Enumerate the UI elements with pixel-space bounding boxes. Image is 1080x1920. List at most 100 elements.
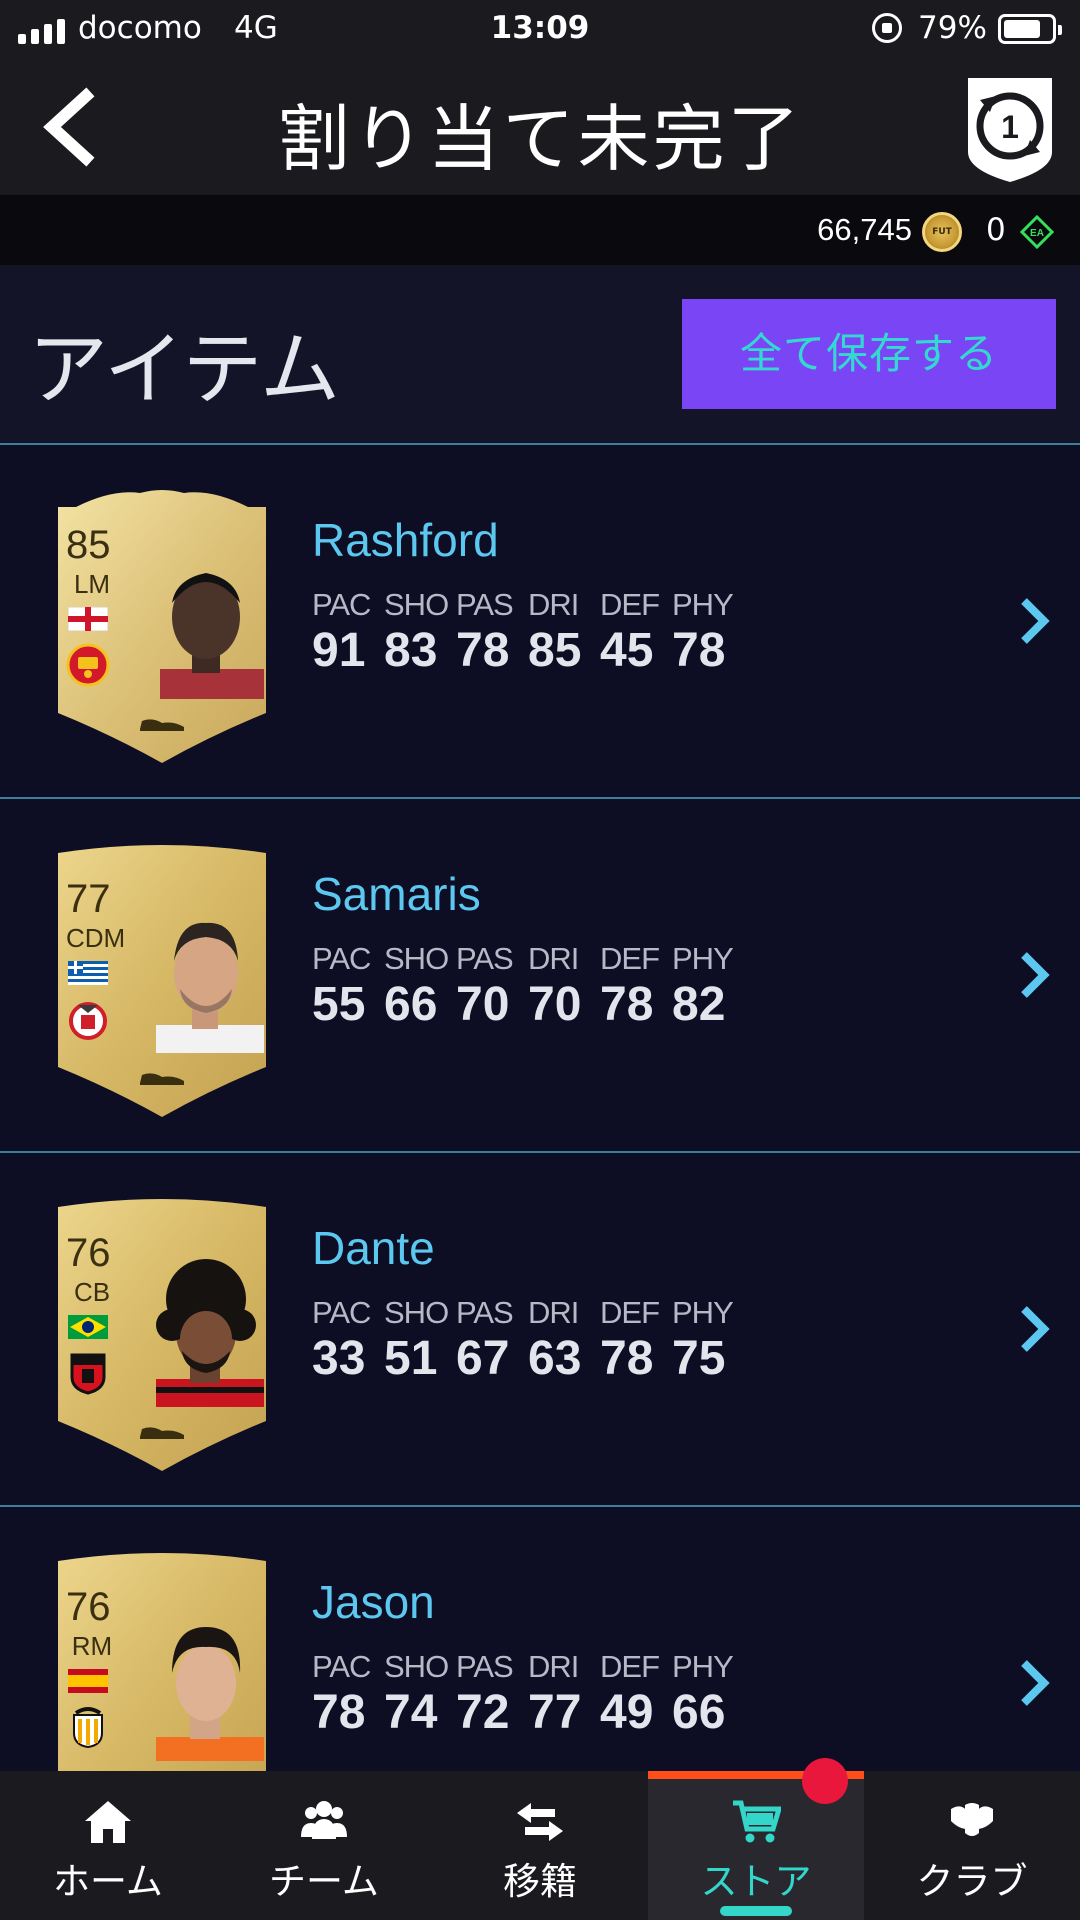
player-position: CB bbox=[73, 1277, 111, 1307]
player-rating: 76 bbox=[66, 1231, 111, 1275]
stat-def: 45 bbox=[600, 624, 654, 677]
home-icon bbox=[85, 1801, 131, 1843]
chevron-right-icon[interactable] bbox=[1016, 595, 1052, 647]
stat-pac: 91 bbox=[312, 624, 366, 677]
cart-icon bbox=[733, 1800, 781, 1843]
stat-pas: 78 bbox=[456, 624, 510, 677]
stat-label-phy: PHY bbox=[672, 1649, 734, 1684]
player-portrait bbox=[160, 573, 264, 699]
manchester-united-crest-icon bbox=[66, 643, 110, 687]
fifa-points-icon: EA bbox=[1020, 215, 1054, 249]
player-position: CDM bbox=[66, 923, 126, 953]
greece-flag-icon bbox=[68, 961, 108, 985]
player-rating: 76 bbox=[66, 1585, 111, 1629]
player-name: Dante bbox=[312, 1222, 435, 1274]
bottom-tab-bar: ホーム チーム 移籍 ストア クラブ bbox=[0, 1771, 1080, 1920]
chevron-right-icon[interactable] bbox=[1016, 1303, 1052, 1355]
boot-icon bbox=[140, 1427, 184, 1439]
transfer-icon bbox=[517, 1803, 563, 1841]
stat-label-phy: PHY bbox=[672, 1295, 734, 1330]
stat-sho: 51 bbox=[384, 1332, 438, 1385]
battery-icon bbox=[998, 14, 1062, 44]
stat-sho: 74 bbox=[384, 1686, 438, 1739]
stat-label-pac: PAC bbox=[312, 587, 371, 622]
tab-label: クラブ bbox=[916, 1860, 1028, 1903]
player-row[interactable]: 76 RM Jason PAC SHO PAS DRI DEF PHY 78 7… bbox=[0, 1507, 1080, 1771]
player-name: Samaris bbox=[312, 868, 481, 920]
team-icon bbox=[301, 1801, 347, 1839]
stat-label-sho: SHO bbox=[384, 1295, 449, 1330]
stat-label-pas: PAS bbox=[456, 1649, 514, 1684]
brazil-flag-icon bbox=[68, 1315, 108, 1339]
battery-percent: 79% bbox=[918, 10, 987, 46]
tab-club[interactable]: クラブ bbox=[864, 1771, 1080, 1920]
player-portrait bbox=[156, 1259, 264, 1407]
stat-phy: 66 bbox=[672, 1686, 726, 1739]
boot-icon bbox=[140, 1073, 184, 1085]
stat-pas: 67 bbox=[456, 1332, 510, 1385]
chevron-right-icon[interactable] bbox=[1016, 949, 1052, 1001]
player-name: Jason bbox=[312, 1576, 435, 1628]
header: 割り当て未完了 1 bbox=[0, 60, 1080, 195]
svg-text:1: 1 bbox=[1001, 109, 1019, 145]
tab-label: ストア bbox=[700, 1860, 812, 1903]
spain-flag-icon bbox=[68, 1669, 108, 1693]
currency-bar: 66,745 bbox=[0, 195, 1080, 265]
player-card[interactable]: 77 CDM bbox=[52, 839, 272, 1119]
player-rating: 77 bbox=[66, 877, 111, 921]
notification-badge bbox=[802, 1758, 848, 1804]
save-all-button[interactable]: 全て保存する bbox=[682, 299, 1056, 409]
stat-values: 33 51 67 63 78 75 bbox=[312, 1331, 744, 1386]
stat-label-pas: PAS bbox=[456, 941, 514, 976]
benfica-crest-icon bbox=[69, 1002, 107, 1040]
stat-label-def: DEF bbox=[600, 1649, 660, 1684]
tab-team[interactable]: チーム bbox=[216, 1771, 432, 1920]
stat-dri: 70 bbox=[528, 978, 582, 1031]
chevron-right-icon[interactable] bbox=[1016, 1657, 1052, 1709]
stat-pas: 72 bbox=[456, 1686, 510, 1739]
stat-label-dri: DRI bbox=[528, 1295, 579, 1330]
coin-balance: 66,745 bbox=[817, 212, 912, 247]
player-card[interactable]: 76 RM bbox=[52, 1547, 272, 1771]
player-card[interactable]: 85 LM bbox=[52, 485, 272, 765]
stat-label-def: DEF bbox=[600, 587, 660, 622]
stat-label-sho: SHO bbox=[384, 587, 449, 622]
stat-label-def: DEF bbox=[600, 1295, 660, 1330]
boot-icon bbox=[140, 719, 184, 731]
active-tab-indicator bbox=[720, 1906, 792, 1916]
player-card[interactable]: 76 CB bbox=[52, 1193, 272, 1473]
fut-coin-icon: FUT bbox=[922, 212, 962, 252]
player-list: 85 LM Rashford PAC SHO PAS DRI DEF PHY 9… bbox=[0, 445, 1080, 1771]
stat-label-phy: PHY bbox=[672, 587, 734, 622]
svg-text:EA: EA bbox=[1030, 228, 1044, 239]
stat-label-sho: SHO bbox=[384, 941, 449, 976]
player-row[interactable]: 76 CB Dante PAC SHO PAS DRI DEF PHY 33 5… bbox=[0, 1153, 1080, 1507]
status-bar: docomo 4G 13:09 79% bbox=[0, 0, 1080, 60]
stat-label-pac: PAC bbox=[312, 1649, 371, 1684]
tab-transfer[interactable]: 移籍 bbox=[432, 1771, 648, 1920]
stat-labels: PAC SHO PAS DRI DEF PHY bbox=[312, 587, 744, 623]
player-portrait bbox=[156, 1627, 264, 1761]
stat-label-def: DEF bbox=[600, 941, 660, 976]
objectives-icon[interactable]: 1 bbox=[962, 70, 1058, 186]
stat-def: 49 bbox=[600, 1686, 654, 1739]
player-portrait bbox=[156, 922, 264, 1053]
stat-dri: 63 bbox=[528, 1332, 582, 1385]
player-row[interactable]: 77 CDM Samaris PAC SHO PAS DRI DEF PHY 5… bbox=[0, 799, 1080, 1153]
tab-label: 移籍 bbox=[503, 1860, 577, 1903]
stat-pac: 33 bbox=[312, 1332, 366, 1385]
stat-dri: 85 bbox=[528, 624, 582, 677]
tab-home[interactable]: ホーム bbox=[0, 1771, 216, 1920]
player-row[interactable]: 85 LM Rashford PAC SHO PAS DRI DEF PHY 9… bbox=[0, 445, 1080, 799]
stat-def: 78 bbox=[600, 978, 654, 1031]
stat-label-dri: DRI bbox=[528, 941, 579, 976]
stat-values: 55 66 70 70 78 82 bbox=[312, 977, 744, 1032]
tab-label: チーム bbox=[269, 1860, 379, 1903]
player-rating: 85 bbox=[66, 523, 111, 567]
section-title: アイテム bbox=[28, 323, 340, 416]
stat-dri: 77 bbox=[528, 1686, 582, 1739]
stat-label-dri: DRI bbox=[528, 587, 579, 622]
stat-labels: PAC SHO PAS DRI DEF PHY bbox=[312, 1649, 744, 1685]
player-name: Rashford bbox=[312, 514, 499, 566]
player-position: RM bbox=[71, 1631, 113, 1661]
